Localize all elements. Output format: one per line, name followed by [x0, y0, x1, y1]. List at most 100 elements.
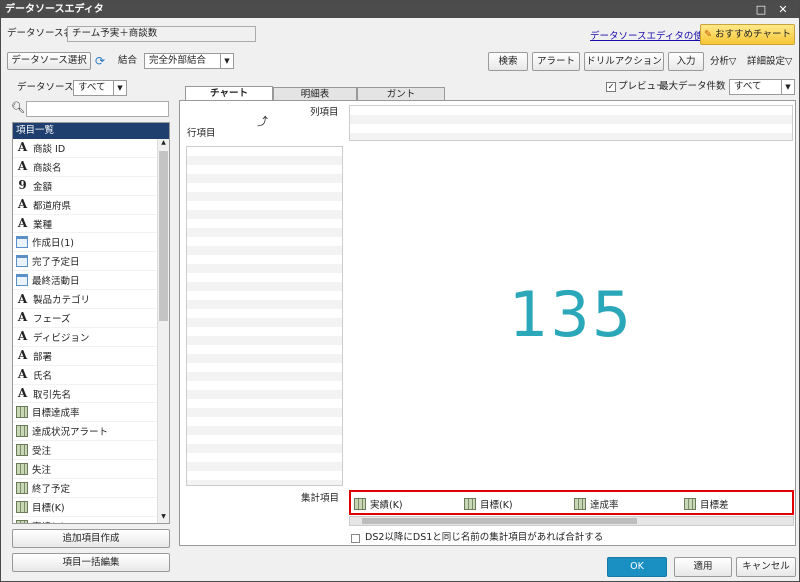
sum-item-diff[interactable]: 目標差 — [684, 497, 729, 511]
editor-window: データソースエディタ □ ✕ データソース名 チーム予実＋商談数 データソースエ… — [0, 0, 800, 582]
detail-settings-menu[interactable]: 詳細設定▽ — [747, 55, 792, 69]
list-item[interactable]: A 商談 ID — [13, 139, 158, 158]
list-item-label: 終了予定 — [32, 483, 71, 495]
calc-icon — [16, 500, 28, 513]
item-list: 項目一覧 A 商談 ID A 商談名 9 金額 A 都道府県 A 業種 作成日(1) 完了予定日 最終活… — [12, 122, 170, 524]
calc-icon — [574, 498, 586, 510]
add-item-button[interactable]: 追加項目作成 — [12, 529, 170, 548]
input-button[interactable]: 入力 — [668, 52, 704, 71]
list-item[interactable]: 終了予定 — [13, 479, 158, 498]
list-item[interactable]: A フェーズ — [13, 309, 158, 328]
alert-button[interactable]: アラート — [532, 52, 580, 71]
list-item[interactable]: 9 金額 — [13, 177, 158, 196]
list-item-label: 目標達成率 — [32, 408, 80, 420]
chevron-down-icon: ▼ — [113, 81, 126, 95]
calc-icon — [464, 498, 476, 510]
list-item-label: 業種 — [33, 219, 53, 231]
calc-icon — [16, 463, 28, 476]
column-items-label: 列項目 — [310, 107, 339, 118]
text-field-icon: A — [17, 329, 28, 344]
list-item[interactable]: A 製品カテゴリ — [13, 290, 158, 310]
list-scrollbar[interactable]: ▲ ▼ — [157, 139, 169, 523]
list-item[interactable]: A 都道府県 — [13, 196, 158, 215]
list-item-label: フェーズ — [33, 313, 71, 325]
window-title: データソースエディタ — [5, 4, 104, 15]
chevron-down-icon: ▼ — [220, 54, 233, 68]
ds-filter-label: データソース — [17, 82, 74, 93]
maximize-icon[interactable]: □ — [751, 1, 771, 18]
list-item-label: 製品カテゴリ — [33, 295, 91, 307]
sum-item-actual[interactable]: 実績(K) — [354, 497, 403, 511]
list-item-label: 商談名 — [33, 162, 62, 174]
tab-gantt[interactable]: ガント — [357, 87, 445, 101]
ds-filter-select[interactable]: すべて ▼ — [73, 80, 127, 96]
list-item[interactable]: A ディビジョン — [13, 328, 158, 347]
scroll-down-icon[interactable]: ▼ — [158, 513, 169, 523]
list-item-label: 最終活動日 — [32, 276, 80, 288]
list-item[interactable]: A 業種 — [13, 215, 158, 234]
bulk-edit-button[interactable]: 項目一括編集 — [12, 553, 170, 572]
chart-value: 135 — [508, 278, 634, 351]
ds-select-button[interactable]: データソース選択 — [7, 52, 91, 70]
text-field-icon: A — [17, 197, 28, 212]
cancel-button[interactable]: キャンセル — [736, 557, 796, 577]
list-item-label: 目標(K) — [32, 502, 65, 514]
pin-icon: ✎ — [704, 29, 713, 40]
close-icon[interactable]: ✕ — [773, 1, 793, 18]
text-field-icon: A — [17, 159, 28, 174]
list-item[interactable]: 目標達成率 — [13, 403, 158, 423]
ok-button[interactable]: OK — [607, 557, 667, 577]
calc-icon — [684, 498, 696, 510]
item-list-header: 項目一覧 — [13, 123, 169, 139]
ds-name-field[interactable]: チーム予実＋商談数 — [67, 26, 256, 42]
list-item-label: 商談 ID — [33, 143, 66, 155]
list-item[interactable]: 目標(K) — [13, 498, 158, 517]
list-item[interactable]: 最終活動日 — [13, 271, 158, 291]
sum-item-label: 実績(K) — [370, 500, 403, 511]
list-item[interactable]: A 取引先名 — [13, 385, 158, 404]
sum-same-name-checkbox[interactable] — [351, 534, 360, 543]
apply-button[interactable]: 適用 — [674, 557, 732, 577]
swap-axes-icon[interactable]: ⤴ — [257, 115, 268, 129]
search-button[interactable]: 検索 — [488, 52, 528, 71]
list-item[interactable]: A 部署 — [13, 347, 158, 366]
calc-icon — [16, 444, 28, 457]
sum-item-target[interactable]: 目標(K) — [464, 497, 513, 511]
list-item[interactable]: 作成日(1) — [13, 233, 158, 253]
sum-items-zone: 実績(K) 目標(K) 達成率 目標差 — [349, 490, 794, 515]
list-item-label: 実績(K) — [32, 519, 65, 523]
sum-item-label: 目標(K) — [480, 500, 513, 511]
column-drop-zone[interactable] — [349, 105, 793, 141]
join-value: 完全外部結合 — [149, 55, 207, 66]
item-search-input[interactable] — [26, 101, 169, 117]
tab-detail-table[interactable]: 明細表 — [273, 87, 357, 101]
list-item-label: 取引先名 — [33, 389, 72, 401]
calc-icon — [16, 481, 28, 494]
preview-checkbox[interactable]: ✓ — [606, 82, 616, 92]
list-item[interactable]: A 商談名 — [13, 158, 158, 177]
join-select[interactable]: 完全外部結合 ▼ — [144, 53, 234, 69]
list-item[interactable]: 失注 — [13, 460, 158, 480]
sum-same-name-label: DS2以降にDS1と同じ名前の集計項目があれば合計する — [365, 532, 604, 543]
list-item[interactable]: 受注 — [13, 441, 158, 461]
list-item[interactable]: A 氏名 — [13, 366, 158, 385]
recommend-chart-button[interactable]: ✎ おすすめチャート — [700, 24, 795, 45]
list-item[interactable]: 達成状況アラート — [13, 422, 158, 442]
text-field-icon: A — [17, 348, 28, 363]
calendar-icon — [16, 236, 28, 249]
scroll-up-icon[interactable]: ▲ — [158, 139, 169, 149]
h-scroll-thumb[interactable] — [362, 518, 637, 524]
refresh-icon[interactable]: ⟳ — [95, 54, 105, 68]
row-drop-zone[interactable] — [186, 146, 343, 486]
scroll-thumb[interactable] — [159, 151, 168, 321]
list-item[interactable]: 完了予定日 — [13, 252, 158, 272]
list-item[interactable]: 実績(K) — [13, 517, 158, 523]
list-item-label: 受注 — [32, 446, 52, 458]
max-count-value: すべて — [734, 81, 762, 92]
sum-item-label: 達成率 — [590, 500, 619, 511]
sum-items-scrollbar[interactable] — [349, 516, 794, 526]
drill-action-button[interactable]: ドリルアクション — [584, 52, 664, 71]
analysis-menu[interactable]: 分析▽ — [710, 55, 736, 69]
max-count-select[interactable]: すべて ▼ — [729, 79, 795, 95]
sum-item-rate[interactable]: 達成率 — [574, 497, 619, 511]
